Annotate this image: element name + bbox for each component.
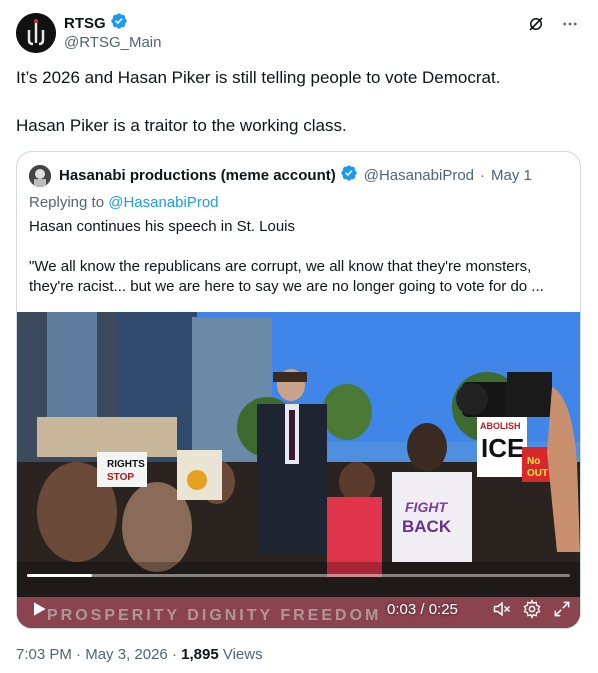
video-player[interactable]: FIGHT BACK RIGHTS STOP ABOLISH ICE No OU… — [17, 312, 580, 628]
top-actions — [526, 14, 580, 34]
verified-badge-icon — [340, 164, 358, 187]
mute-icon[interactable] — [492, 599, 512, 619]
quoted-text: Hasan continues his speech in St. Louis … — [29, 217, 569, 297]
verified-badge-icon — [110, 12, 128, 35]
replying-to-prefix: Replying to — [29, 194, 105, 211]
more-icon[interactable] — [560, 14, 580, 34]
footer-separator: · — [76, 646, 82, 663]
quoted-text-line-1: Hasan continues his speech in St. Louis — [29, 218, 295, 235]
author-avatar[interactable] — [16, 13, 56, 53]
views-label: Views — [222, 646, 263, 663]
post-date[interactable]: May 3, 2026 — [85, 646, 168, 663]
tweet-footer: 7:03 PM · May 3, 2026 · 1,895 Views — [16, 646, 263, 663]
replying-to-handle[interactable]: @HasanabiProd — [108, 194, 218, 211]
tweet-line-2: Hasan Piker is a traitor to the working … — [16, 116, 347, 135]
video-progress-fill — [27, 574, 93, 577]
video-progress-track[interactable] — [27, 574, 570, 577]
quoted-date[interactable]: May 1 — [491, 167, 532, 184]
post-time[interactable]: 7:03 PM — [16, 646, 72, 663]
video-controls: 0:03 / 0:25 — [17, 589, 580, 628]
views-count: 1,895 — [181, 646, 219, 663]
video-time: 0:03 / 0:25 — [387, 601, 458, 618]
quoted-handle[interactable]: @HasanabiProd — [364, 167, 474, 184]
quoted-text-line-2: "We all know the republicans are corrupt… — [29, 258, 544, 295]
sign-abolish-text: ABOLISH — [480, 421, 521, 431]
fullscreen-icon[interactable] — [552, 599, 572, 619]
sign-back-text: BACK — [402, 517, 452, 536]
sign-out-text: OUT — [527, 468, 548, 479]
grok-icon[interactable] — [526, 14, 546, 34]
sign-stop-text: STOP — [107, 472, 134, 483]
author-handle[interactable]: @RTSG_Main — [64, 34, 161, 51]
video-frame: FIGHT BACK RIGHTS STOP ABOLISH ICE No OU… — [17, 312, 580, 628]
sign-rights-text: RIGHTS — [107, 459, 145, 470]
quoted-header: Hasanabi productions (meme account) @Has… — [29, 164, 532, 187]
gear-icon[interactable] — [522, 599, 542, 619]
quoted-avatar[interactable] — [29, 164, 51, 187]
author-name[interactable]: RTSG — [64, 15, 106, 32]
sign-fight-text: FIGHT — [405, 499, 448, 515]
quoted-tweet-card[interactable]: Hasanabi productions (meme account) @Has… — [16, 151, 581, 629]
quoted-author-name[interactable]: Hasanabi productions (meme account) — [59, 167, 336, 184]
sign-no-text: No — [527, 456, 540, 467]
replying-to: Replying to @HasanabiProd — [29, 194, 219, 211]
play-icon[interactable] — [29, 599, 49, 619]
tweet-text: It’s 2026 and Hasan Piker is still telli… — [16, 66, 582, 162]
footer-separator-2: · — [171, 646, 177, 663]
sign-ice-text: ICE — [481, 433, 524, 463]
tweet-line-1: It’s 2026 and Hasan Piker is still telli… — [16, 68, 501, 87]
author-name-row[interactable]: RTSG — [64, 12, 128, 35]
quoted-separator: · — [480, 167, 486, 184]
